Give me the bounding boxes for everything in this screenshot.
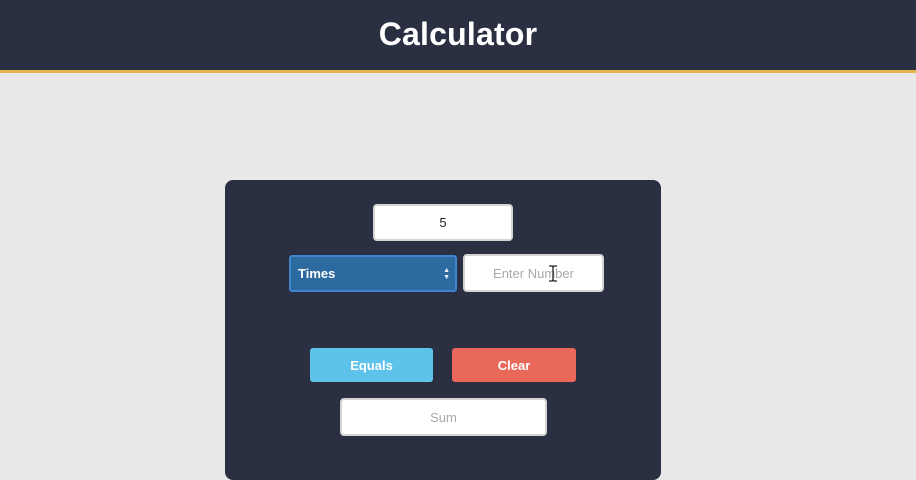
operation-select[interactable]: Times ▲ ▼ [289, 255, 457, 292]
calculator-panel: Times ▲▼ Equals Clear [225, 180, 661, 480]
first-number-input[interactable] [373, 204, 513, 241]
page-title: Calculator [378, 15, 538, 52]
operation-selected-value: Times [298, 266, 336, 281]
select-arrows-icon: ▲ ▼ [443, 267, 450, 281]
equals-button[interactable]: Equals [310, 348, 433, 382]
second-number-input[interactable] [463, 254, 604, 292]
app-header: Calculator [0, 0, 916, 73]
sum-output [340, 398, 547, 436]
clear-button[interactable]: Clear [452, 348, 576, 382]
